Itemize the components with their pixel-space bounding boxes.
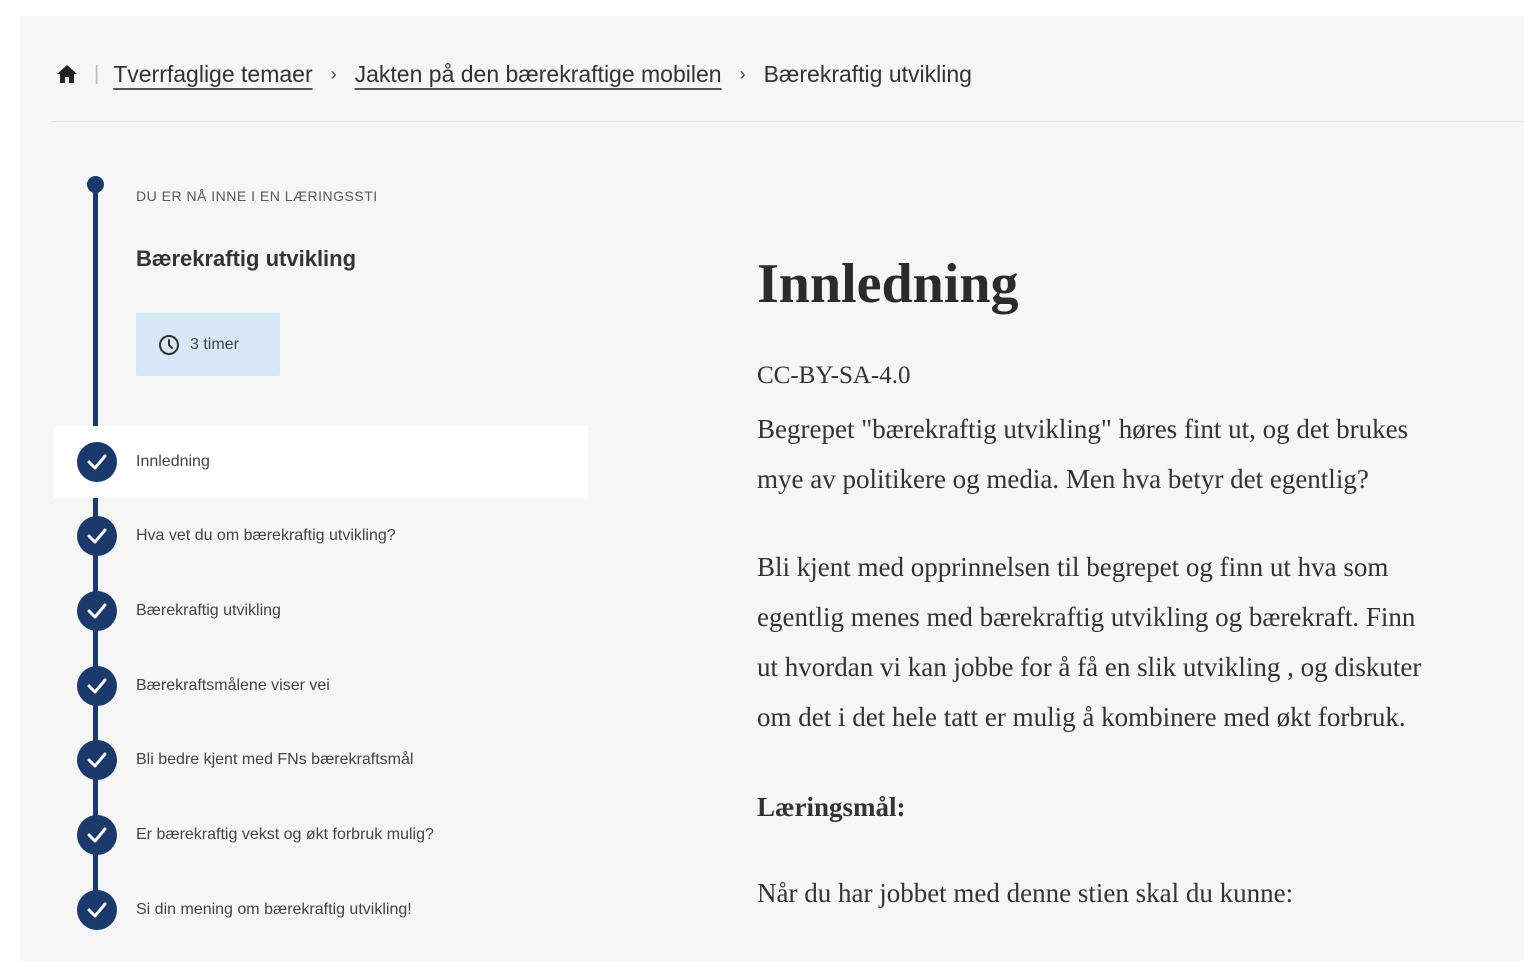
- header-divider: [50, 121, 1524, 122]
- breadcrumb: | Tverrfaglige temaer › Jakten på den bæ…: [54, 56, 972, 92]
- breadcrumb-link-jakten[interactable]: Jakten på den bærekraftige mobilen: [355, 61, 722, 88]
- step-vekst-og-forbruk[interactable]: Er bærekraftig vekst og økt forbruk muli…: [54, 799, 588, 871]
- breadcrumb-current: Bærekraftig utvikling: [763, 60, 972, 87]
- paragraph-line: ut hvordan vi kan jobbe for å få en slik…: [757, 652, 1422, 682]
- body-paragraph: Bli kjent med opprinnelsen til begrepet …: [757, 542, 1421, 742]
- duration-label: 3 timer: [190, 335, 239, 353]
- step-baerekraftig-utvikling[interactable]: Bærekraftig utvikling: [54, 575, 588, 647]
- learning-path-title: Bærekraftig utvikling: [136, 246, 357, 271]
- intro-paragraph: Begrepet "bærekraftig utvikling" høres f…: [757, 404, 1408, 504]
- step-innledning[interactable]: Innledning: [54, 426, 588, 498]
- goals-heading: Læringsmål:: [757, 792, 906, 822]
- clock-icon: [159, 334, 179, 355]
- check-icon: [77, 442, 117, 482]
- check-icon: [77, 815, 117, 855]
- chevron-right-icon: ›: [739, 63, 746, 84]
- learning-path-overline: DU ER NÅ INNE I EN LÆRINGSSTI: [136, 188, 378, 204]
- step-fns-baerekraftsmal[interactable]: Bli bedre kjent med FNs bærekraftsmål: [54, 724, 588, 796]
- goals-intro: Når du har jobbet med denne stien skal d…: [757, 878, 1294, 908]
- check-icon: [77, 516, 117, 556]
- duration-badge: 3 timer: [136, 313, 280, 376]
- paragraph-line: egentlig menes med bærekraftig utvikling…: [757, 602, 1416, 632]
- step-baerekraftsmalene[interactable]: Bærekraftsmålene viser vei: [54, 650, 588, 722]
- step-hva-vet-du[interactable]: Hva vet du om bærekraftig utvikling?: [54, 500, 588, 572]
- paragraph-line: om det i det hele tatt er mulig å kombin…: [757, 702, 1406, 732]
- breadcrumb-link-tverrfaglige-temaer[interactable]: Tverrfaglige temaer: [113, 61, 312, 88]
- article-title: Innledning: [757, 253, 1019, 315]
- step-label: Bli bedre kjent med FNs bærekraftsmål: [136, 751, 414, 768]
- breadcrumb-divider: |: [94, 62, 100, 85]
- article: Innledning CC-BY-SA-4.0 Begrepet "bærekr…: [757, 246, 1524, 908]
- check-icon: [77, 591, 117, 631]
- check-icon: [77, 890, 117, 930]
- page: | Tverrfaglige temaer › Jakten på den bæ…: [20, 16, 1524, 961]
- step-label: Hva vet du om bærekraftig utvikling?: [136, 527, 396, 544]
- step-label: Er bærekraftig vekst og økt forbruk muli…: [136, 826, 434, 843]
- timeline-start-dot: [87, 176, 104, 193]
- step-label: Innledning: [136, 453, 210, 470]
- home-icon[interactable]: [54, 61, 80, 87]
- check-icon: [77, 666, 117, 706]
- license-label: CC-BY-SA-4.0: [757, 362, 911, 389]
- paragraph-line: Bli kjent med opprinnelsen til begrepet …: [757, 552, 1389, 582]
- paragraph-line: Begrepet "bærekraftig utvikling" høres f…: [757, 414, 1409, 444]
- step-si-din-mening[interactable]: Si din mening om bærekraftig utvikling!: [54, 874, 588, 946]
- chevron-right-icon: ›: [330, 63, 337, 84]
- step-label: Si din mening om bærekraftig utvikling!: [136, 901, 412, 918]
- paragraph-line: mye av politikere og media. Men hva bety…: [757, 464, 1369, 494]
- check-icon: [77, 740, 117, 780]
- step-label: Bærekraftsmålene viser vei: [136, 677, 330, 694]
- step-label: Bærekraftig utvikling: [136, 602, 281, 619]
